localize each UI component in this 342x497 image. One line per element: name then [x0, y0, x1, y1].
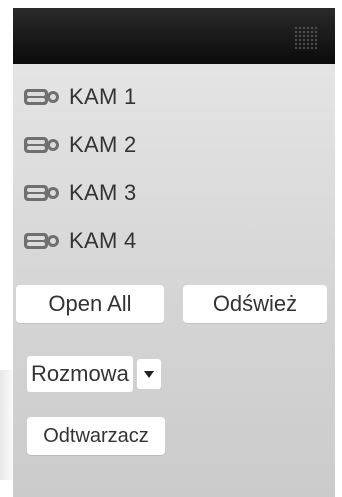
camera-label: KAM 1	[69, 84, 137, 109]
camera-label: KAM 2	[69, 132, 137, 157]
camera-item-3[interactable]: KAM 3	[23, 180, 323, 228]
page: KAM 1 KAM 2 KAM 3 KAM 4 Open All Odśwież…	[0, 0, 342, 497]
camera-label: KAM 4	[69, 228, 137, 253]
open-all-button[interactable]: Open All	[16, 285, 164, 323]
camera-icon	[24, 233, 59, 249]
triangle-down-icon[interactable]	[136, 359, 161, 389]
player-button[interactable]: Odtwarzacz	[27, 417, 165, 455]
camera-label: KAM 3	[69, 180, 137, 205]
panel-header	[13, 8, 335, 64]
camera-icon	[24, 137, 59, 153]
camera-icon	[24, 89, 59, 105]
camera-item-2[interactable]: KAM 2	[23, 132, 323, 180]
camera-item-1[interactable]: KAM 1	[23, 84, 323, 132]
refresh-button[interactable]: Odśwież	[183, 285, 327, 323]
grip-icon[interactable]	[294, 26, 318, 50]
camera-item-4[interactable]: KAM 4	[23, 228, 323, 276]
camera-list: KAM 1 KAM 2 KAM 3 KAM 4	[23, 84, 323, 276]
dropdown-selected-value[interactable]: Rozmowa	[27, 356, 133, 392]
triangle-down-icon	[143, 371, 154, 378]
camera-icon	[24, 185, 59, 201]
talk-dropdown[interactable]: Rozmowa	[27, 356, 161, 392]
